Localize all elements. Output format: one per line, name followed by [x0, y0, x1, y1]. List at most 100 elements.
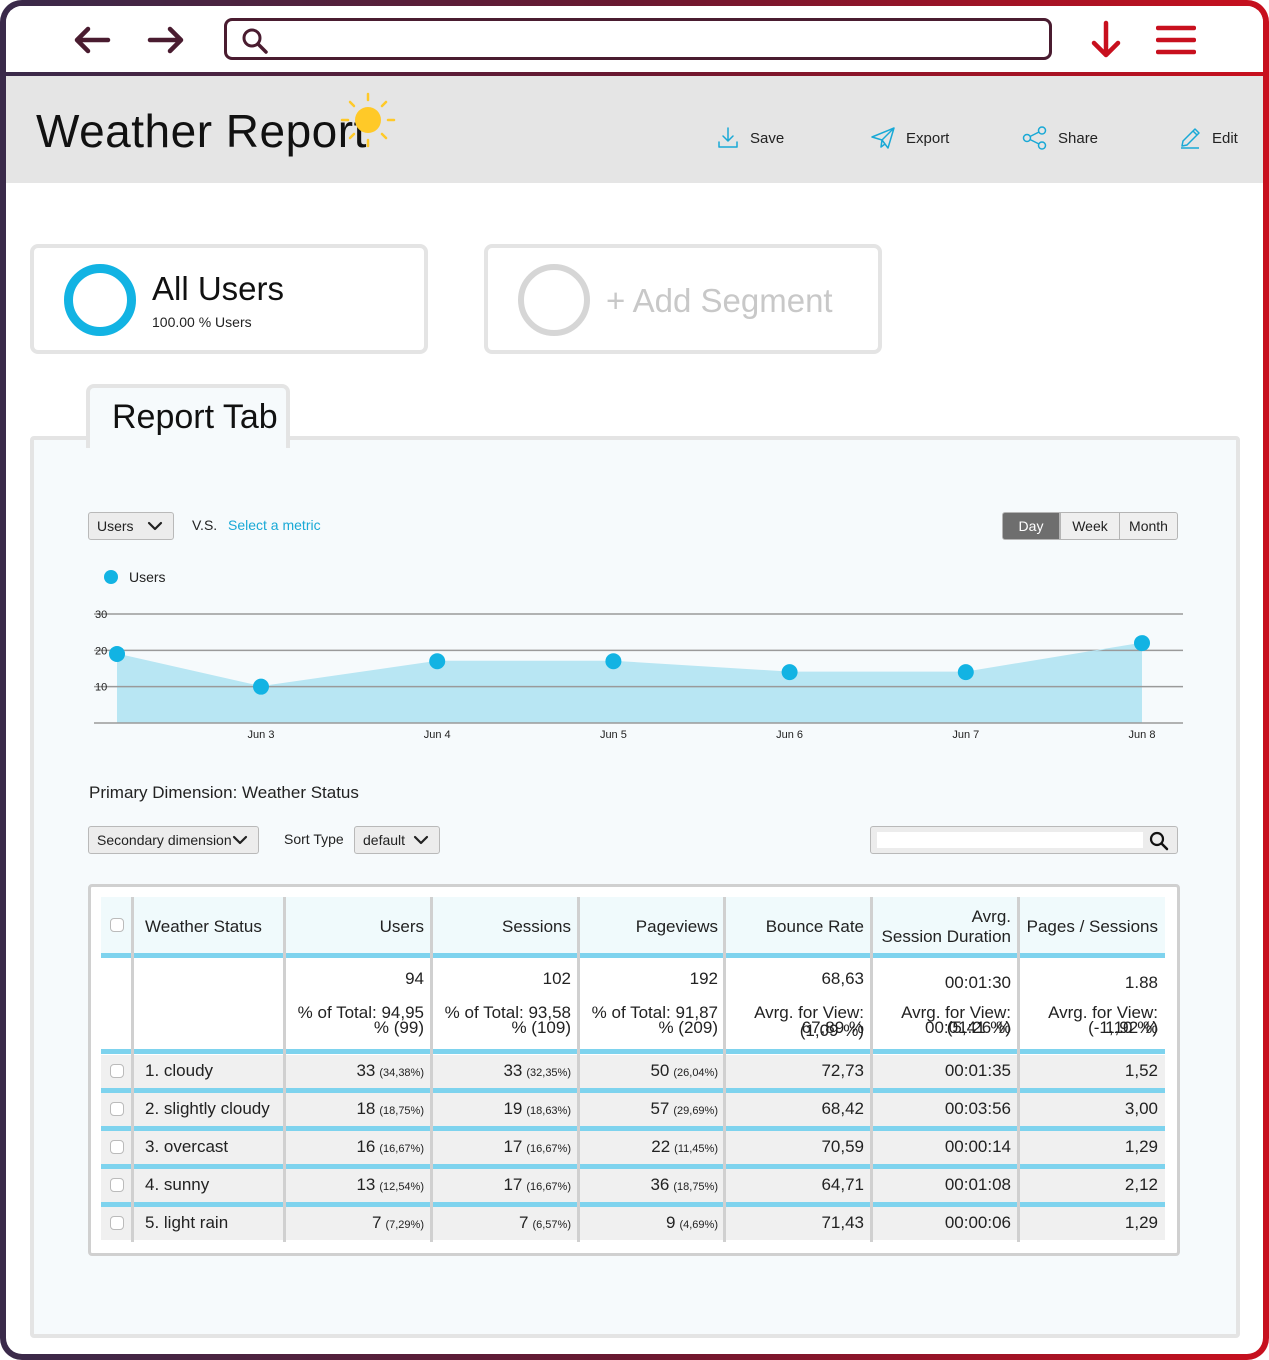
- row-users-value: 7: [372, 1213, 382, 1232]
- y-tick-label: 10: [95, 682, 107, 694]
- edit-action[interactable]: Edit: [1178, 126, 1238, 150]
- row-users-percent: (12,54%): [379, 1181, 424, 1193]
- row-pages-cell: 1,29: [1019, 1137, 1158, 1157]
- header-pageviews[interactable]: Pageviews: [579, 917, 718, 937]
- share-action[interactable]: Share: [1022, 126, 1098, 150]
- share-label: Share: [1058, 129, 1099, 147]
- address-search-input[interactable]: [277, 25, 1037, 53]
- users-area-fill: [117, 643, 1142, 723]
- send-icon: [871, 127, 895, 149]
- metric-dropdown[interactable]: Users: [88, 512, 174, 540]
- period-month-label: Month: [1129, 518, 1168, 534]
- x-tick-label: Jun 7: [952, 729, 979, 741]
- row-duration-value: 00:00:14: [944, 1137, 1011, 1156]
- row-weather-status[interactable]: 1. cloudy: [145, 1061, 213, 1081]
- export-action[interactable]: Export: [870, 126, 949, 150]
- row-pages-value: 1,29: [1124, 1213, 1158, 1232]
- address-search-bar[interactable]: [224, 18, 1052, 60]
- menu-button[interactable]: [1154, 20, 1198, 60]
- header-weather-status[interactable]: Weather Status: [145, 917, 262, 937]
- search-icon[interactable]: [1149, 831, 1169, 851]
- users-data-point: [429, 653, 446, 670]
- arrow-down-icon: [1091, 20, 1121, 58]
- row-weather-status[interactable]: 3. overcast: [145, 1137, 228, 1157]
- row-duration-cell: 00:00:06: [872, 1213, 1011, 1233]
- page-title: Weather Report: [36, 105, 367, 157]
- row-sessions-value: 19: [503, 1099, 523, 1118]
- totals-rule: [101, 1049, 1165, 1054]
- table-search-box[interactable]: [870, 826, 1178, 854]
- empty-ring-icon: [518, 264, 590, 336]
- sun-icon: [340, 92, 396, 148]
- column-divider: [870, 897, 873, 1242]
- users-area-chart: 10 20 30 Jun 3 Jun 4 Jun 5 Jun 6 Jun 7 Jun 8: [94, 609, 1183, 741]
- metric-dropdown-value: Users: [97, 518, 134, 534]
- tab-report[interactable]: Report Tab: [86, 384, 290, 448]
- row-bounce-value: 71,43: [821, 1213, 864, 1232]
- add-segment-button[interactable]: + Add Segment: [484, 244, 882, 354]
- row-weather-status[interactable]: 2. slightly cloudy: [145, 1099, 270, 1119]
- header-bounce-rate[interactable]: Bounce Rate: [725, 917, 864, 937]
- row-checkbox[interactable]: [110, 1102, 124, 1116]
- column-divider: [131, 897, 134, 1242]
- window-frame: Weather Report Save Export Share Edit Al…: [0, 0, 1269, 1360]
- total-bounce-change: (1,09 %): [799, 1021, 864, 1040]
- row-bounce-value: 68,42: [821, 1099, 864, 1118]
- period-month-button[interactable]: Month: [1119, 512, 1178, 540]
- weather-status-table: 1. cloudy 33 (34,38%) 33 (32,35%) 50 (26,04%) 7…: [88, 884, 1180, 1256]
- header-sessions[interactable]: Sessions: [432, 917, 571, 937]
- row-sessions-value: 17: [503, 1175, 523, 1194]
- header-avrg[interactable]: Avrg.: [872, 907, 1011, 927]
- header-pages-sessions[interactable]: Pages / Sessions: [1019, 917, 1158, 937]
- row-duration-cell: 00:03:56: [872, 1099, 1011, 1119]
- row-sessions-cell: 17 (16,67%): [432, 1175, 571, 1195]
- period-week-button[interactable]: Week: [1060, 512, 1120, 540]
- back-button[interactable]: [70, 20, 114, 60]
- row-pages-cell: 2,12: [1019, 1175, 1158, 1195]
- period-day-button[interactable]: Day: [1002, 512, 1060, 540]
- row-sessions-percent: (32,35%): [526, 1067, 571, 1079]
- secondary-dimension-value: Secondary dimension: [97, 832, 232, 848]
- row-users-percent: (18,75%): [379, 1105, 424, 1117]
- row-checkbox[interactable]: [110, 1216, 124, 1230]
- sort-type-label: Sort Type: [284, 831, 344, 847]
- row-bounce-value: 64,71: [821, 1175, 864, 1194]
- select-metric-link[interactable]: Select a metric: [228, 517, 321, 533]
- row-pages-value: 3,00: [1124, 1099, 1158, 1118]
- row-checkbox[interactable]: [110, 1178, 124, 1192]
- row-pageviews-value: 9: [666, 1213, 676, 1232]
- download-button[interactable]: [1084, 20, 1128, 60]
- row-checkbox[interactable]: [110, 1140, 124, 1154]
- row-pages-cell: 3,00: [1019, 1099, 1158, 1119]
- save-action[interactable]: Save: [716, 126, 784, 150]
- row-weather-status[interactable]: 5. light rain: [145, 1213, 228, 1233]
- row-pageviews-value: 36: [650, 1175, 670, 1194]
- row-users-percent: (16,67%): [379, 1143, 424, 1155]
- row-pages-value: 1,29: [1124, 1137, 1158, 1156]
- segment-all-users[interactable]: All Users 100.00 % Users: [30, 244, 428, 354]
- row-duration-cell: 00:01:08: [872, 1175, 1011, 1195]
- header-session-duration[interactable]: Session Duration: [872, 927, 1011, 947]
- column-divider: [430, 897, 433, 1242]
- table-search-input[interactable]: [877, 832, 1143, 848]
- secondary-dimension-dropdown[interactable]: Secondary dimension: [88, 826, 259, 854]
- total-bounce-rate: 68,63: [821, 969, 864, 988]
- row-users-cell: 18 (18,75%): [285, 1099, 424, 1119]
- row-pages-cell: 1,52: [1019, 1061, 1158, 1081]
- x-tick-label: Jun 5: [600, 729, 627, 741]
- row-users-cell: 7 (7,29%): [285, 1213, 424, 1233]
- period-day-label: Day: [1018, 518, 1044, 534]
- sort-type-dropdown[interactable]: default: [354, 826, 440, 854]
- select-all-checkbox[interactable]: [110, 918, 124, 932]
- hamburger-menu-icon: [1156, 25, 1196, 55]
- header-users[interactable]: Users: [285, 917, 424, 937]
- row-pages-value: 1,52: [1124, 1061, 1158, 1080]
- total-pageviews-note: % of Total: 91,87 % (209): [591, 1003, 718, 1037]
- row-weather-status[interactable]: 4. sunny: [145, 1175, 209, 1195]
- row-users-cell: 13 (12,54%): [285, 1175, 424, 1195]
- forward-button[interactable]: [144, 20, 188, 60]
- row-pageviews-percent: (18,75%): [673, 1181, 718, 1193]
- total-users-note: % of Total: 94,95 % (99): [297, 1003, 424, 1037]
- versus-label: V.S.: [192, 517, 218, 533]
- row-checkbox[interactable]: [110, 1064, 124, 1078]
